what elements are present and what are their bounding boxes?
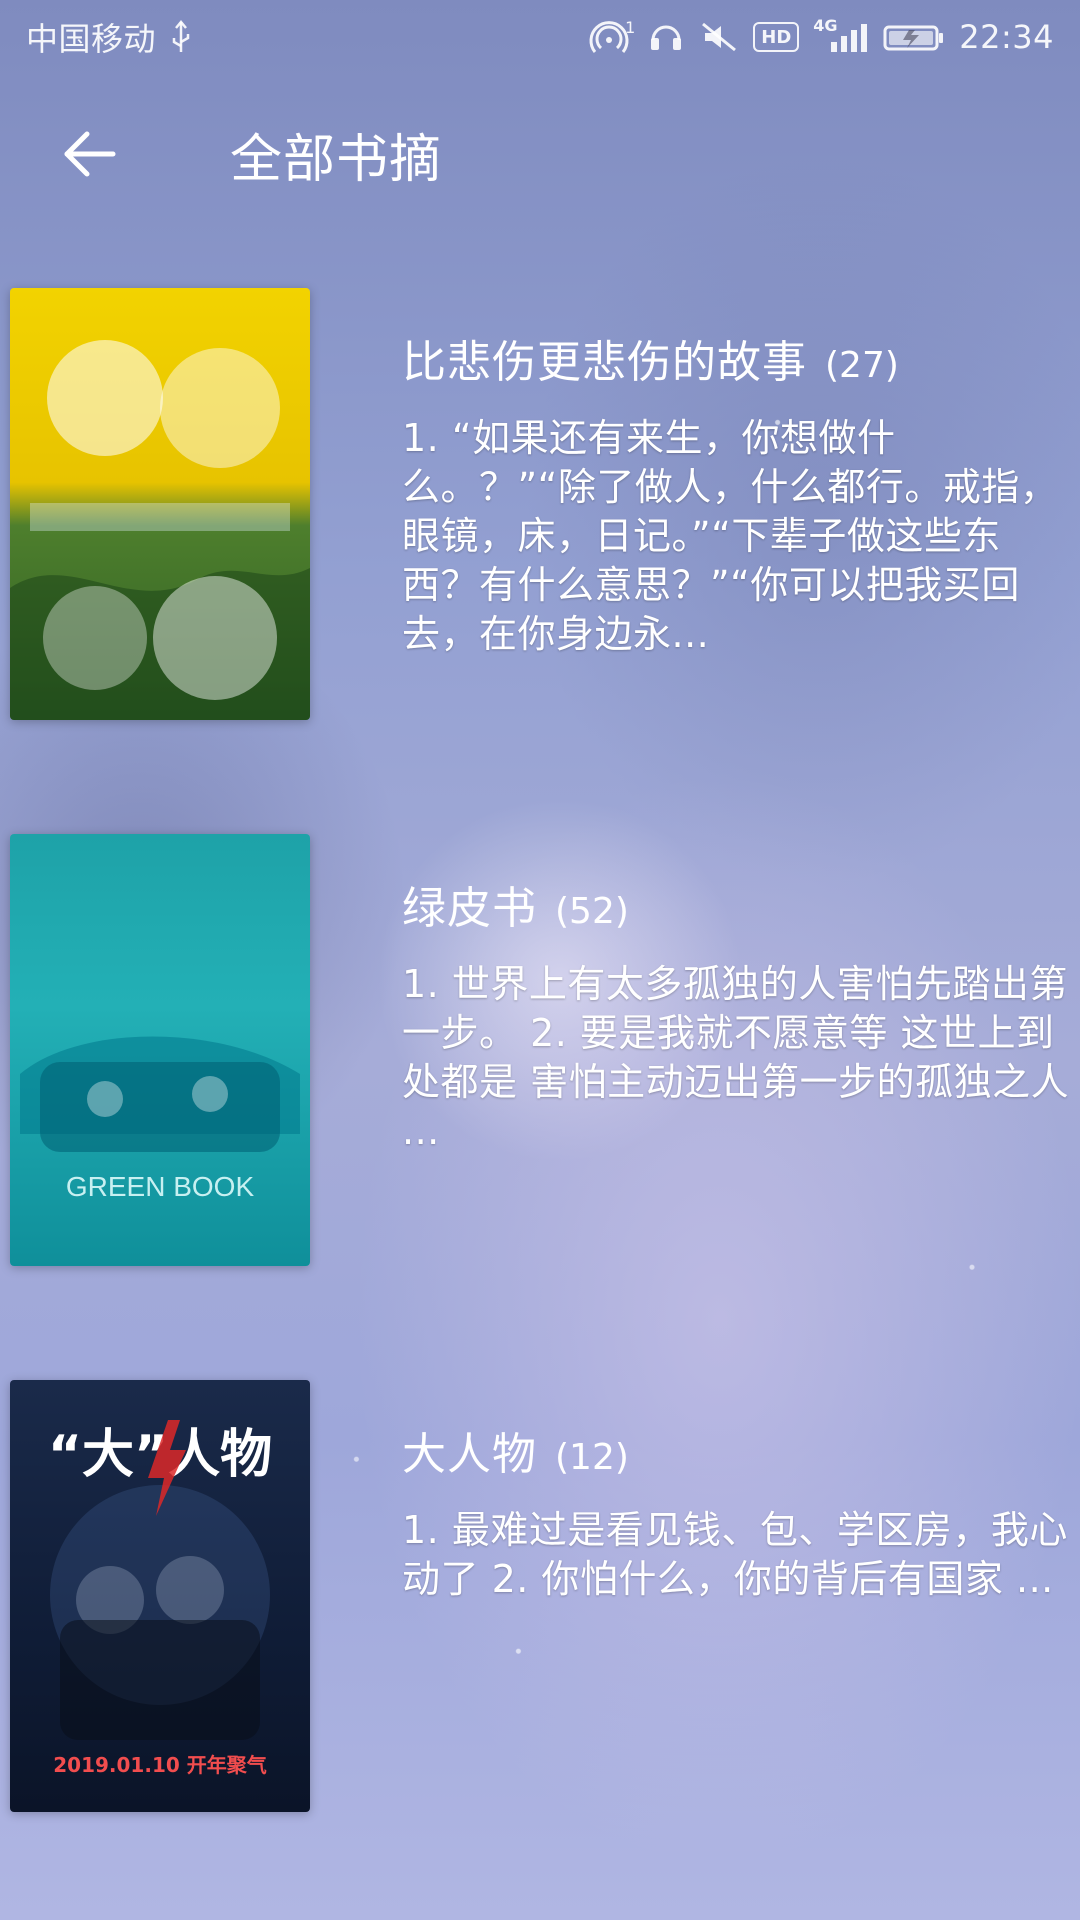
status-left: 中国移动 [26,14,192,60]
book-title: 比悲伤更悲伤的故事 [402,337,807,388]
headset-icon [647,20,685,54]
poster-date-text: 2019.01.10 开年聚气 [53,1753,267,1777]
movie-poster-image[interactable] [10,288,310,720]
book-title: 大人物 [402,1429,537,1480]
hotspot-icon: 1 [589,18,636,54]
top-app-bar: 全部书摘 [0,74,1080,234]
hd-label: HD [761,26,792,48]
movie-poster-image[interactable]: GREEN BOOK [10,834,310,1266]
item-text: 绿皮书 (52) 1. 世界上有太多孤独的人害怕先踏出第一步。 2. 要是我就不… [402,872,1072,1156]
title-row: 绿皮书 (52) [402,872,1072,936]
excerpt-count: (12) [555,1437,629,1478]
list-item[interactable]: “大”人物 2019.01.10 开年聚气 大人物 (12) 1. 最难过是看见… [10,1380,1070,1812]
status-right: 1 HD 4G 22:34 [589,16,1054,56]
excerpt-count: (27) [825,345,899,386]
title-row: 比悲伤更悲伤的故事 (27) [402,326,1072,390]
item-text: 比悲伤更悲伤的故事 (27) 1. “如果还有来生，你想做什么。？”“除了做人，… [402,326,1072,659]
clock: 22:34 [959,18,1054,56]
poster-title-text: GREEN BOOK [66,1171,255,1202]
title-row: 大人物 (12) [402,1418,1072,1482]
back-button[interactable] [40,104,140,204]
list-item[interactable]: 比悲伤更悲伤的故事 (27) 1. “如果还有来生，你想做什么。？”“除了做人，… [10,288,1070,720]
hd-icon: HD [753,22,800,52]
book-title: 绿皮书 [402,883,537,934]
excerpt-count: (52) [555,891,629,932]
list-item[interactable]: GREEN BOOK 绿皮书 (52) 1. 世界上有太多孤独的人害怕先踏出第一… [10,834,1070,1266]
carrier-name: 中国移动 [26,20,157,58]
excerpt-preview: 1. 最难过是看见钱、包、学区房，我心动了 2. 你怕什么，你的背后有国家 ..… [402,1508,1068,1601]
excerpt-preview: 1. 世界上有太多孤独的人害怕先踏出第一步。 2. 要是我就不愿意等 这世上到处… [402,962,1070,1153]
battery-charging-icon [883,20,945,54]
mute-icon [699,20,739,54]
item-text: 大人物 (12) 1. 最难过是看见钱、包、学区房，我心动了 2. 你怕什么，你… [402,1418,1072,1604]
usb-icon [170,20,192,54]
arrow-left-icon [64,131,116,177]
movie-poster-image[interactable]: “大”人物 2019.01.10 开年聚气 [10,1380,310,1812]
signal-icon: 4G [813,16,869,54]
hotspot-badge: 1 [625,18,636,37]
page-title: 全部书摘 [230,129,443,190]
status-bar: 中国移动 1 HD 4G 22:34 [0,0,1080,74]
network-label: 4G [813,16,838,35]
excerpt-preview: 1. “如果还有来生，你想做什么。？”“除了做人，什么都行。戒指，眼镜，床，日记… [402,416,1059,656]
